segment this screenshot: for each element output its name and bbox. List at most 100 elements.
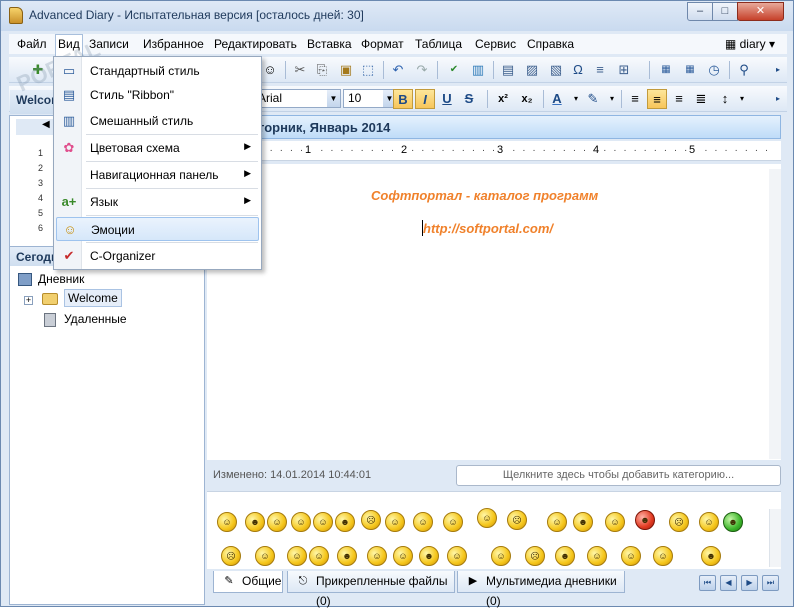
spellcheck-icon[interactable]: ✔ xyxy=(445,61,463,79)
align-left-icon[interactable]: ≡ xyxy=(625,89,645,109)
emoticon-item[interactable]: ☹ xyxy=(221,546,241,566)
menu-insert[interactable]: Вставка xyxy=(307,37,352,51)
emoticon-item[interactable]: ☻ xyxy=(555,546,575,566)
emoticon-item[interactable]: ☺ xyxy=(605,512,625,532)
emoticon-item[interactable]: ☺ xyxy=(443,512,463,532)
bold-button[interactable]: B xyxy=(393,89,413,109)
font-color-icon[interactable]: A xyxy=(547,89,567,109)
emoticon-item[interactable]: ☺ xyxy=(287,546,307,566)
menu-item-color-scheme[interactable]: ✿ Цветовая схема ▶ xyxy=(56,136,259,160)
minimize-button[interactable]: – xyxy=(687,2,713,21)
subscript-button[interactable]: x₂ xyxy=(517,89,537,109)
menu-format[interactable]: Формат xyxy=(361,37,404,51)
emoticon-item[interactable]: ☺ xyxy=(385,512,405,532)
align-justify-icon[interactable]: ≣ xyxy=(691,89,711,109)
emoticon-item[interactable]: ☺ xyxy=(309,546,329,566)
emoticon-item[interactable]: ☹ xyxy=(361,510,381,530)
superscript-button[interactable]: x² xyxy=(493,89,513,109)
entry-editor[interactable] xyxy=(207,164,781,460)
emoticon-item[interactable]: ☺ xyxy=(255,546,275,566)
ruler[interactable]: · · · · · · · · · · · · · · · · · · · · … xyxy=(207,141,781,161)
emoticon-item[interactable]: ☻ xyxy=(573,512,593,532)
redo-icon[interactable]: ↷ xyxy=(413,61,431,79)
font-size-combo[interactable]: 10 ▼ xyxy=(343,89,397,108)
paste-icon[interactable]: ▣ xyxy=(337,61,355,79)
menu-item-emotions[interactable]: ☺ Эмоции xyxy=(56,217,259,241)
italic-button[interactable]: I xyxy=(415,89,435,109)
tab-general[interactable]: ✎ Общие xyxy=(213,571,283,593)
emoticon-item[interactable]: ☻ xyxy=(701,546,721,566)
emoticon-item[interactable]: ☺ xyxy=(547,512,567,532)
table-icon[interactable]: ⊞ xyxy=(615,61,633,79)
emoticon-item[interactable]: ☺ xyxy=(491,546,511,566)
emoticon-item[interactable]: ☺ xyxy=(393,546,413,566)
menu-item-c-organizer[interactable]: ✔ C-Organizer xyxy=(56,244,259,268)
emoticon-item[interactable]: ☺ xyxy=(621,546,641,566)
align-right-icon[interactable]: ≡ xyxy=(669,89,689,109)
horizontal-line-icon[interactable]: ≡ xyxy=(591,61,609,79)
emoticon-item[interactable]: ☻ xyxy=(723,512,743,532)
emoticon-item[interactable]: ☺ xyxy=(313,512,333,532)
close-button[interactable]: ✕ xyxy=(737,2,784,21)
maximize-button[interactable]: □ xyxy=(712,2,738,21)
chevron-down-icon[interactable]: ▾ xyxy=(733,90,751,108)
emoticon-item[interactable]: ☻ xyxy=(245,512,265,532)
first-page-icon[interactable]: ⏮ xyxy=(699,575,716,591)
insert-image-icon[interactable]: ▧ xyxy=(547,61,565,79)
font-name-combo[interactable]: Arial ▼ xyxy=(253,89,341,108)
emoticon-item[interactable]: ☻ xyxy=(335,512,355,532)
menu-help[interactable]: Справка xyxy=(527,37,574,51)
highlight-color-icon[interactable]: ✎ xyxy=(583,89,603,109)
text-box-icon[interactable]: ▤ xyxy=(499,61,517,79)
category-input[interactable]: Щелкните здесь чтобы добавить категорию.… xyxy=(456,465,781,486)
find-icon[interactable]: ⚲ xyxy=(735,61,753,79)
menu-item-ribbon-style[interactable]: ▤ Стиль "Ribbon" xyxy=(56,83,259,107)
editor-scrollbar[interactable] xyxy=(769,169,781,459)
menu-item-standard-style[interactable]: ▭ Стандартный стиль xyxy=(56,59,259,83)
menu-table[interactable]: Таблица xyxy=(415,37,462,51)
undo-icon[interactable]: ↶ xyxy=(389,61,407,79)
emoticon-item[interactable]: ☹ xyxy=(669,512,689,532)
emoticon-item[interactable]: ☺ xyxy=(367,546,387,566)
tree-node-diary[interactable]: Дневник xyxy=(18,272,84,287)
tree-node-deleted[interactable]: Удаленные xyxy=(44,312,127,327)
menu-item-navigation-panel[interactable]: Навигационная панель ▶ xyxy=(56,163,259,187)
menu-file[interactable]: Файл xyxy=(17,37,47,51)
last-page-icon[interactable]: ⏭ xyxy=(762,575,779,591)
emoticon-item[interactable]: ☻ xyxy=(419,546,439,566)
underline-button[interactable]: U xyxy=(437,89,457,109)
emoticon-item[interactable]: ☺ xyxy=(587,546,607,566)
toolbar-overflow-icon[interactable]: ▸ xyxy=(769,61,787,79)
select-all-icon[interactable]: ⬚ xyxy=(359,61,377,79)
insert-picture-icon[interactable]: ▨ xyxy=(523,61,541,79)
prev-page-icon[interactable]: ◀ xyxy=(720,575,737,591)
emoticon-item[interactable]: ☺ xyxy=(291,512,311,532)
strikethrough-button[interactable]: S xyxy=(459,89,479,109)
emoticon-item[interactable]: ☺ xyxy=(267,512,287,532)
copy-icon[interactable]: ⎘ xyxy=(313,61,331,79)
emoticon-item[interactable]: ☺ xyxy=(699,512,719,532)
diary-selector[interactable]: ▦ diary ▾ xyxy=(725,37,775,51)
date-icon[interactable]: ▦ xyxy=(657,61,675,79)
chevron-down-icon[interactable]: ▾ xyxy=(603,90,621,108)
emoticon-item[interactable]: ☺ xyxy=(413,512,433,532)
menu-service[interactable]: Сервис xyxy=(475,37,516,51)
thesaurus-icon[interactable]: ▥ xyxy=(469,61,487,79)
emoticon-item[interactable]: ☹ xyxy=(525,546,545,566)
emoticon-item[interactable]: ☺ xyxy=(477,508,497,528)
document-link[interactable]: http://softportal.com/ xyxy=(423,221,553,236)
emoticon-item[interactable]: ☻ xyxy=(635,510,655,530)
menu-item-mixed-style[interactable]: ▥ Смешанный стиль xyxy=(56,109,259,133)
emoticon-item[interactable]: ☺ xyxy=(447,546,467,566)
emoticon-icon[interactable]: ☺ xyxy=(261,61,279,79)
emoticon-item[interactable]: ☺ xyxy=(217,512,237,532)
emoticon-item[interactable]: ☺ xyxy=(653,546,673,566)
tab-multimedia[interactable]: ▶ Мультимедиа дневники (0) xyxy=(457,571,625,608)
toolbar-overflow-icon[interactable]: ▸ xyxy=(769,90,787,108)
line-spacing-icon[interactable]: ↕ xyxy=(715,89,735,109)
align-center-icon[interactable]: ≡ xyxy=(647,89,667,109)
emoticons-scrollbar[interactable] xyxy=(769,509,781,567)
calendar-icon[interactable]: ▦ xyxy=(681,61,699,79)
emoticon-item[interactable]: ☹ xyxy=(507,510,527,530)
symbol-icon[interactable]: Ω xyxy=(569,61,587,79)
